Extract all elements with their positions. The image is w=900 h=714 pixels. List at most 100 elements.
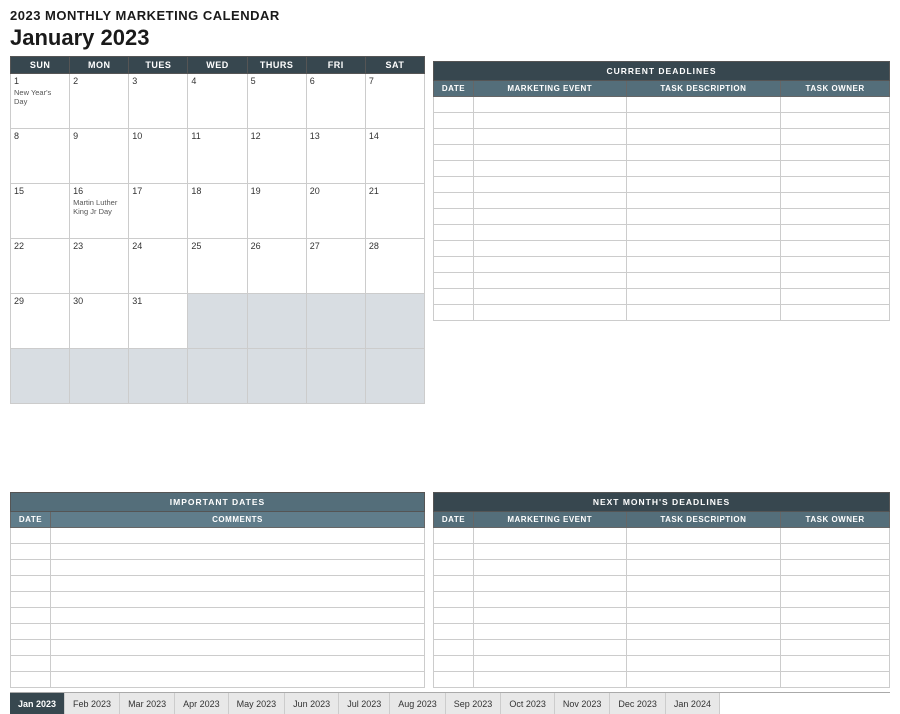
table-cell[interactable] xyxy=(434,560,474,576)
table-cell[interactable] xyxy=(781,656,890,672)
table-cell[interactable] xyxy=(51,608,425,624)
table-cell[interactable] xyxy=(626,672,781,688)
table-cell[interactable] xyxy=(51,640,425,656)
table-cell[interactable] xyxy=(781,177,890,193)
table-cell[interactable] xyxy=(434,241,474,257)
table-cell[interactable] xyxy=(434,209,474,225)
table-cell[interactable] xyxy=(434,225,474,241)
table-cell[interactable] xyxy=(626,624,781,640)
table-cell[interactable] xyxy=(11,608,51,624)
table-cell[interactable] xyxy=(626,241,781,257)
table-cell[interactable] xyxy=(434,289,474,305)
table-cell[interactable] xyxy=(626,305,781,321)
table-cell[interactable] xyxy=(626,560,781,576)
table-cell[interactable] xyxy=(434,640,474,656)
table-cell[interactable] xyxy=(474,640,627,656)
table-cell[interactable] xyxy=(781,161,890,177)
table-cell[interactable] xyxy=(51,624,425,640)
table-cell[interactable] xyxy=(434,97,474,113)
table-cell[interactable] xyxy=(474,528,627,544)
table-cell[interactable] xyxy=(474,225,627,241)
table-cell[interactable] xyxy=(626,129,781,145)
tab-item[interactable]: Dec 2023 xyxy=(610,693,666,714)
table-cell[interactable] xyxy=(626,273,781,289)
table-cell[interactable] xyxy=(11,528,51,544)
table-cell[interactable] xyxy=(474,209,627,225)
table-cell[interactable] xyxy=(474,241,627,257)
table-cell[interactable] xyxy=(781,624,890,640)
table-cell[interactable] xyxy=(474,113,627,129)
table-cell[interactable] xyxy=(474,97,627,113)
table-cell[interactable] xyxy=(474,592,627,608)
table-cell[interactable] xyxy=(781,544,890,560)
table-cell[interactable] xyxy=(474,289,627,305)
table-cell[interactable] xyxy=(51,544,425,560)
table-cell[interactable] xyxy=(434,177,474,193)
table-cell[interactable] xyxy=(626,209,781,225)
table-cell[interactable] xyxy=(434,608,474,624)
table-cell[interactable] xyxy=(474,305,627,321)
tab-item[interactable]: May 2023 xyxy=(229,693,286,714)
table-cell[interactable] xyxy=(781,592,890,608)
table-cell[interactable] xyxy=(781,305,890,321)
table-cell[interactable] xyxy=(11,592,51,608)
table-cell[interactable] xyxy=(474,672,627,688)
table-cell[interactable] xyxy=(434,273,474,289)
tab-item[interactable]: Mar 2023 xyxy=(120,693,175,714)
table-cell[interactable] xyxy=(781,273,890,289)
table-cell[interactable] xyxy=(11,656,51,672)
table-cell[interactable] xyxy=(474,608,627,624)
table-cell[interactable] xyxy=(434,193,474,209)
tab-item[interactable]: Jan 2024 xyxy=(666,693,720,714)
tab-item[interactable]: Jan 2023 xyxy=(10,693,65,714)
tab-item[interactable]: Oct 2023 xyxy=(501,693,555,714)
table-cell[interactable] xyxy=(434,161,474,177)
table-cell[interactable] xyxy=(434,257,474,273)
table-cell[interactable] xyxy=(626,576,781,592)
table-cell[interactable] xyxy=(474,560,627,576)
table-cell[interactable] xyxy=(434,656,474,672)
table-cell[interactable] xyxy=(781,209,890,225)
table-cell[interactable] xyxy=(781,145,890,161)
tab-item[interactable]: Aug 2023 xyxy=(390,693,446,714)
table-cell[interactable] xyxy=(781,225,890,241)
table-cell[interactable] xyxy=(474,161,627,177)
table-cell[interactable] xyxy=(626,225,781,241)
tab-item[interactable]: Sep 2023 xyxy=(446,693,502,714)
table-cell[interactable] xyxy=(474,145,627,161)
table-cell[interactable] xyxy=(781,113,890,129)
tab-item[interactable]: Nov 2023 xyxy=(555,693,611,714)
table-cell[interactable] xyxy=(626,592,781,608)
table-cell[interactable] xyxy=(474,257,627,273)
table-cell[interactable] xyxy=(51,560,425,576)
table-cell[interactable] xyxy=(474,624,627,640)
table-cell[interactable] xyxy=(474,273,627,289)
table-cell[interactable] xyxy=(626,145,781,161)
table-cell[interactable] xyxy=(11,544,51,560)
table-cell[interactable] xyxy=(11,640,51,656)
table-cell[interactable] xyxy=(474,656,627,672)
table-cell[interactable] xyxy=(434,113,474,129)
table-cell[interactable] xyxy=(781,289,890,305)
table-cell[interactable] xyxy=(434,305,474,321)
tab-item[interactable]: Feb 2023 xyxy=(65,693,120,714)
table-cell[interactable] xyxy=(781,193,890,209)
table-cell[interactable] xyxy=(781,257,890,273)
table-cell[interactable] xyxy=(434,544,474,560)
table-cell[interactable] xyxy=(781,608,890,624)
table-cell[interactable] xyxy=(474,193,627,209)
table-cell[interactable] xyxy=(11,624,51,640)
table-cell[interactable] xyxy=(626,193,781,209)
table-cell[interactable] xyxy=(781,576,890,592)
table-cell[interactable] xyxy=(626,544,781,560)
tab-item[interactable]: Jun 2023 xyxy=(285,693,339,714)
tab-item[interactable]: Apr 2023 xyxy=(175,693,229,714)
table-cell[interactable] xyxy=(781,640,890,656)
table-cell[interactable] xyxy=(51,656,425,672)
table-cell[interactable] xyxy=(626,161,781,177)
table-cell[interactable] xyxy=(434,624,474,640)
table-cell[interactable] xyxy=(626,97,781,113)
table-cell[interactable] xyxy=(434,129,474,145)
table-cell[interactable] xyxy=(51,528,425,544)
table-cell[interactable] xyxy=(626,528,781,544)
